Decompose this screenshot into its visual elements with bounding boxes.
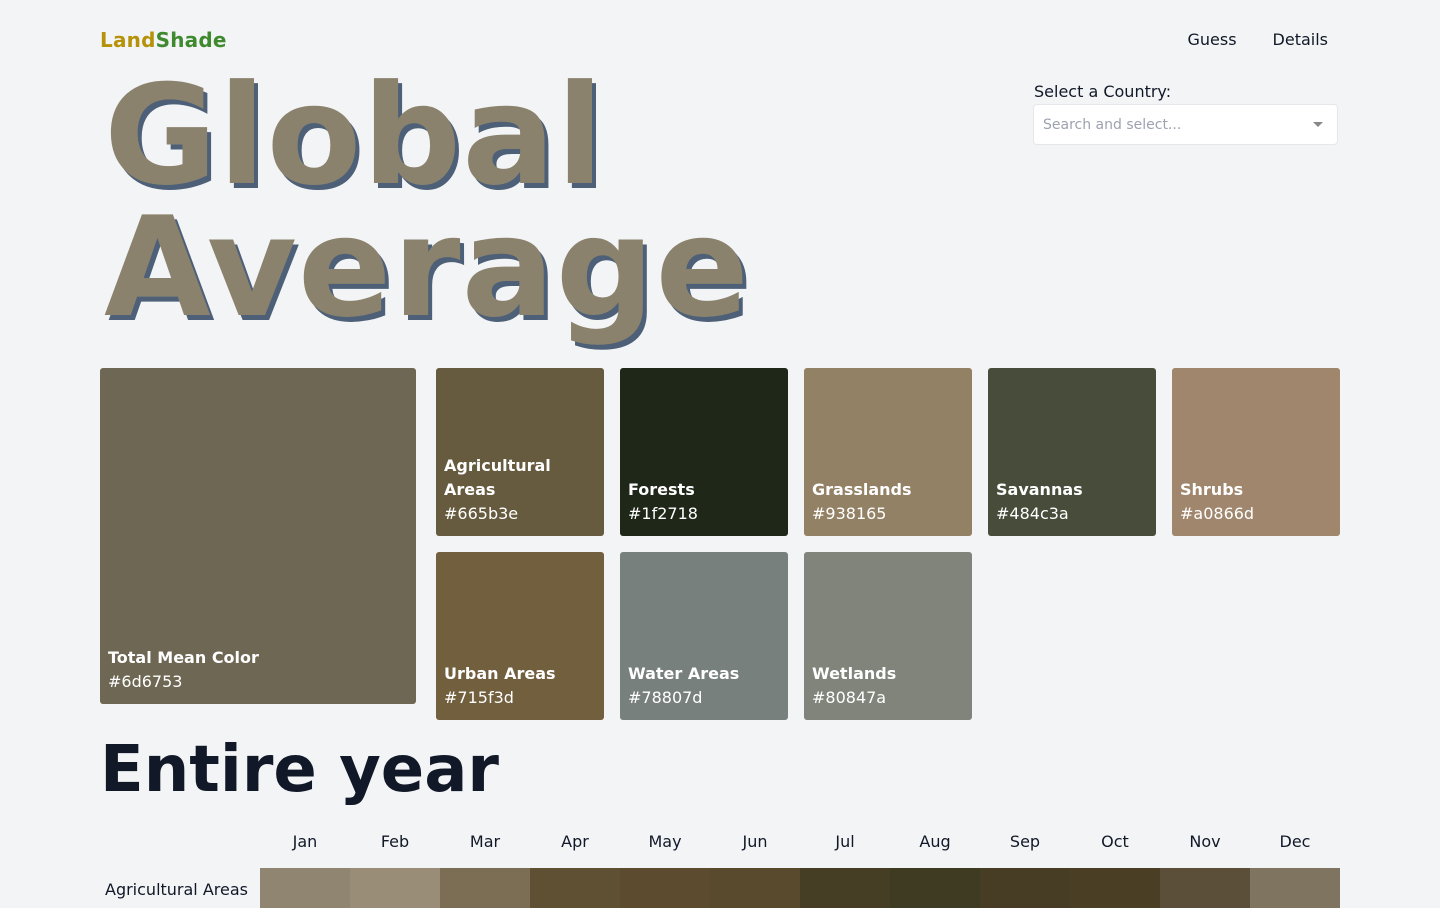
swatch-name: Urban Areas bbox=[444, 664, 556, 683]
swatch-name: Water Areas bbox=[628, 664, 740, 683]
month-color-cell[interactable] bbox=[1070, 868, 1160, 908]
month-color-cell[interactable] bbox=[710, 868, 800, 908]
section-title-entire-year: Entire year bbox=[100, 733, 499, 807]
month-label: Aug bbox=[919, 832, 951, 851]
month-color-cell[interactable] bbox=[800, 868, 890, 908]
swatch-hex: #665b3e bbox=[444, 504, 519, 523]
month-label: Dec bbox=[1279, 832, 1311, 851]
month-label: Sep bbox=[1009, 832, 1041, 851]
month-color-cell[interactable] bbox=[890, 868, 980, 908]
swatch-name: Savannas bbox=[996, 480, 1083, 499]
month-header-row: Jan Feb Mar Apr May Jun Jul Aug Sep Oct Nov Dec bbox=[260, 832, 1340, 851]
month-color-row bbox=[260, 868, 1340, 908]
page-title-line-2: Average bbox=[104, 187, 750, 348]
total-mean-swatch: Total Mean Color #6d6753 bbox=[100, 368, 416, 704]
month-color-cell[interactable] bbox=[980, 868, 1070, 908]
month-label: Jun bbox=[742, 832, 768, 851]
month-color-cell[interactable] bbox=[260, 868, 350, 908]
landcover-swatch[interactable]: Shrubs #a0866d bbox=[1172, 368, 1340, 536]
country-select-input[interactable]: Search and select... bbox=[1033, 104, 1338, 145]
month-color-cell[interactable] bbox=[350, 868, 440, 908]
month-color-cell[interactable] bbox=[530, 868, 620, 908]
chevron-down-icon[interactable] bbox=[1313, 122, 1323, 127]
page-title-line-1: Global bbox=[104, 55, 605, 216]
swatch-name: Total Mean Color bbox=[108, 648, 259, 667]
swatch-hex: #484c3a bbox=[996, 504, 1069, 523]
swatch-hex: #80847a bbox=[812, 688, 887, 707]
month-label: Oct bbox=[1101, 832, 1129, 851]
page-title: Global Average bbox=[104, 55, 750, 348]
landcover-swatch[interactable]: Savannas #484c3a bbox=[988, 368, 1156, 536]
nav-details-link[interactable]: Details bbox=[1273, 30, 1328, 49]
main-nav: Guess Details bbox=[1187, 30, 1328, 49]
swatch-hex: #715f3d bbox=[444, 688, 514, 707]
month-label: Jan bbox=[292, 832, 318, 851]
month-color-cell[interactable] bbox=[1250, 868, 1340, 908]
month-color-cell[interactable] bbox=[440, 868, 530, 908]
swatch-name: Grasslands bbox=[812, 480, 912, 499]
nav-guess-link[interactable]: Guess bbox=[1187, 30, 1236, 49]
logo-text-part: Shade bbox=[155, 28, 227, 52]
landcover-swatch[interactable]: Wetlands #80847a bbox=[804, 552, 972, 720]
swatch-name: Agricultural Areas bbox=[444, 456, 551, 499]
landshade-logo[interactable]: LandShade bbox=[100, 28, 227, 52]
swatch-hex: #1f2718 bbox=[628, 504, 698, 523]
landcover-swatch[interactable]: Agricultural Areas #665b3e bbox=[436, 368, 604, 536]
logo-text-part: Land bbox=[100, 28, 156, 52]
month-label: Apr bbox=[561, 832, 589, 851]
month-color-cell[interactable] bbox=[620, 868, 710, 908]
swatch-hex: #938165 bbox=[812, 504, 887, 523]
month-label: May bbox=[648, 832, 682, 851]
month-label: Nov bbox=[1189, 832, 1221, 851]
swatch-name: Shrubs bbox=[1180, 480, 1244, 499]
landcover-swatch[interactable]: Forests #1f2718 bbox=[620, 368, 788, 536]
swatch-hex: #78807d bbox=[628, 688, 703, 707]
swatch-hex: #6d6753 bbox=[108, 672, 183, 691]
month-label: Jul bbox=[835, 832, 855, 851]
landcover-swatch[interactable]: Urban Areas #715f3d bbox=[436, 552, 604, 720]
year-row-label: Agricultural Areas bbox=[105, 880, 248, 899]
landcover-swatch[interactable]: Grasslands #938165 bbox=[804, 368, 972, 536]
swatch-hex: #a0866d bbox=[1180, 504, 1255, 523]
country-select-label: Select a Country: bbox=[1034, 82, 1172, 101]
country-select-placeholder: Search and select... bbox=[1043, 116, 1182, 133]
swatch-name: Forests bbox=[628, 480, 695, 499]
swatch-name: Wetlands bbox=[812, 664, 897, 683]
month-label: Mar bbox=[469, 832, 501, 851]
month-label: Feb bbox=[380, 832, 410, 851]
month-color-cell[interactable] bbox=[1160, 868, 1250, 908]
landcover-swatch[interactable]: Water Areas #78807d bbox=[620, 552, 788, 720]
